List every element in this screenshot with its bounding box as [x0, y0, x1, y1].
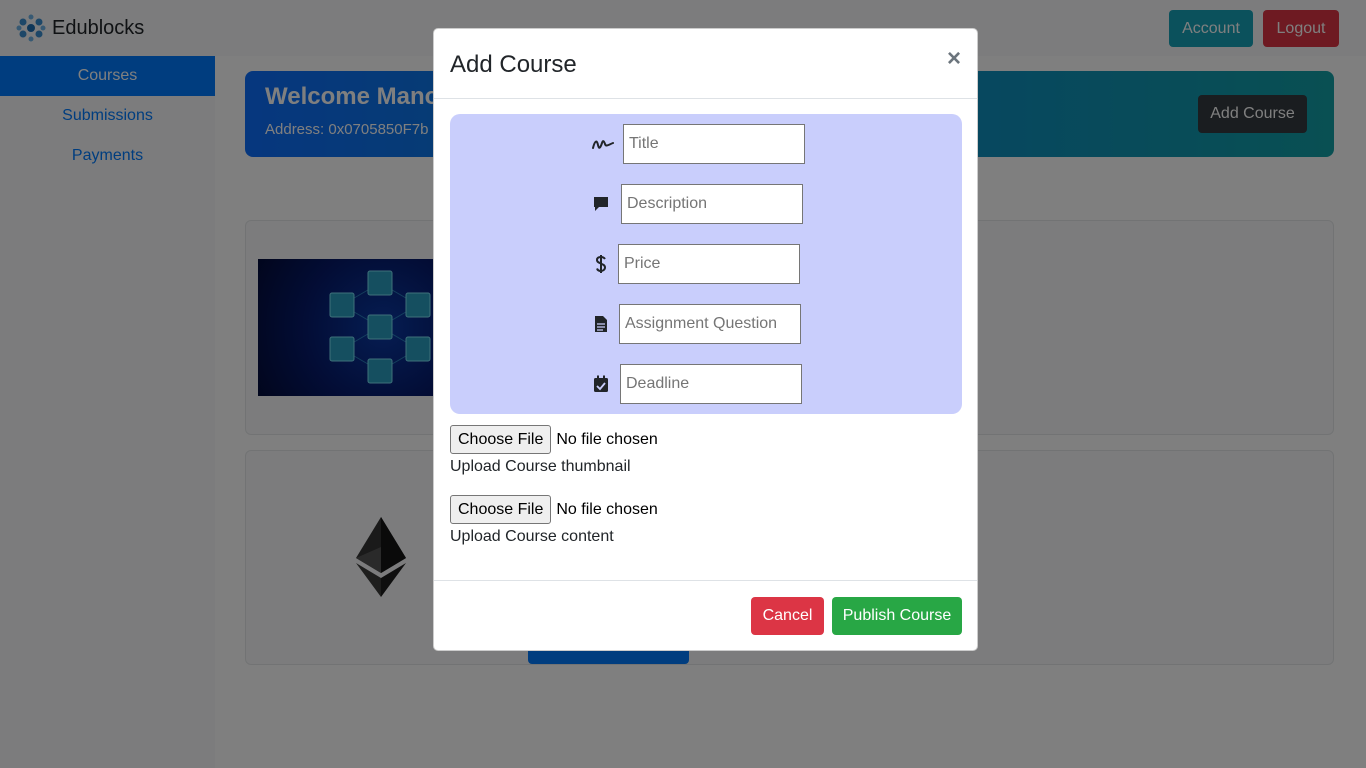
file-icon	[589, 312, 613, 336]
thumbnail-file-status: No file chosen	[556, 430, 658, 448]
dollar-icon	[589, 252, 613, 276]
cancel-button[interactable]: Cancel	[751, 597, 824, 635]
content-upload-label: Upload Course content	[450, 528, 614, 545]
comment-icon	[589, 192, 613, 216]
publish-course-button[interactable]: Publish Course	[832, 597, 962, 635]
deadline-input[interactable]	[620, 364, 802, 404]
deadline-row	[589, 364, 802, 404]
course-form-panel	[450, 114, 962, 414]
close-icon[interactable]: ×	[947, 47, 961, 71]
content-file-status: No file chosen	[556, 500, 658, 518]
signature-icon	[591, 132, 615, 156]
price-input[interactable]	[618, 244, 800, 284]
calendar-check-icon	[589, 372, 613, 396]
modal-title: Add Course	[450, 51, 577, 78]
title-row	[591, 124, 805, 164]
add-course-modal: Add Course × Title Description Price Ass…	[433, 28, 978, 651]
title-input[interactable]	[623, 124, 805, 164]
description-input[interactable]	[621, 184, 803, 224]
description-row	[589, 184, 803, 224]
content-choose-file-button[interactable]: Choose File	[450, 495, 552, 524]
price-row	[589, 244, 800, 284]
content-file-input[interactable]: Choose File No file chosen	[450, 495, 658, 524]
thumbnail-file-input[interactable]: Choose File No file chosen	[450, 425, 658, 454]
modal-header: Add Course ×	[434, 29, 977, 99]
assignment-row	[589, 304, 801, 344]
modal-footer: Cancel Publish Course	[434, 580, 977, 650]
assignment-question-input[interactable]	[619, 304, 801, 344]
thumbnail-choose-file-button[interactable]: Choose File	[450, 425, 552, 454]
thumbnail-upload-label: Upload Course thumbnail	[450, 458, 631, 475]
